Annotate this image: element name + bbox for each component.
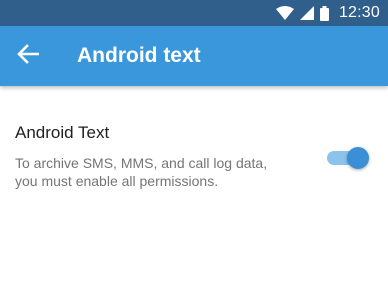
status-icons: [275, 5, 329, 21]
wifi-icon: [275, 6, 294, 20]
setting-summary-line-1: To archive SMS, MMS, and call log data,: [15, 155, 268, 171]
back-button[interactable]: [0, 26, 56, 86]
app-bar: Android text: [0, 26, 388, 86]
android-text-toggle[interactable]: [327, 146, 369, 170]
status-time: 12:30: [338, 4, 380, 21]
setting-row-android-text[interactable]: Android Text To archive SMS, MMS, and ca…: [0, 112, 388, 202]
page-title: Android text: [77, 44, 201, 67]
status-bar: 12:30: [0, 0, 388, 26]
battery-icon: [319, 5, 329, 21]
arrow-back-icon: [17, 43, 40, 69]
setting-title: Android Text: [15, 123, 110, 142]
setting-summary: To archive SMS, MMS, and call log data, …: [15, 154, 315, 190]
cellular-signal-icon: [299, 6, 314, 20]
toggle-thumb: [347, 147, 369, 169]
setting-summary-line-2: you must enable all permissions.: [15, 173, 219, 189]
